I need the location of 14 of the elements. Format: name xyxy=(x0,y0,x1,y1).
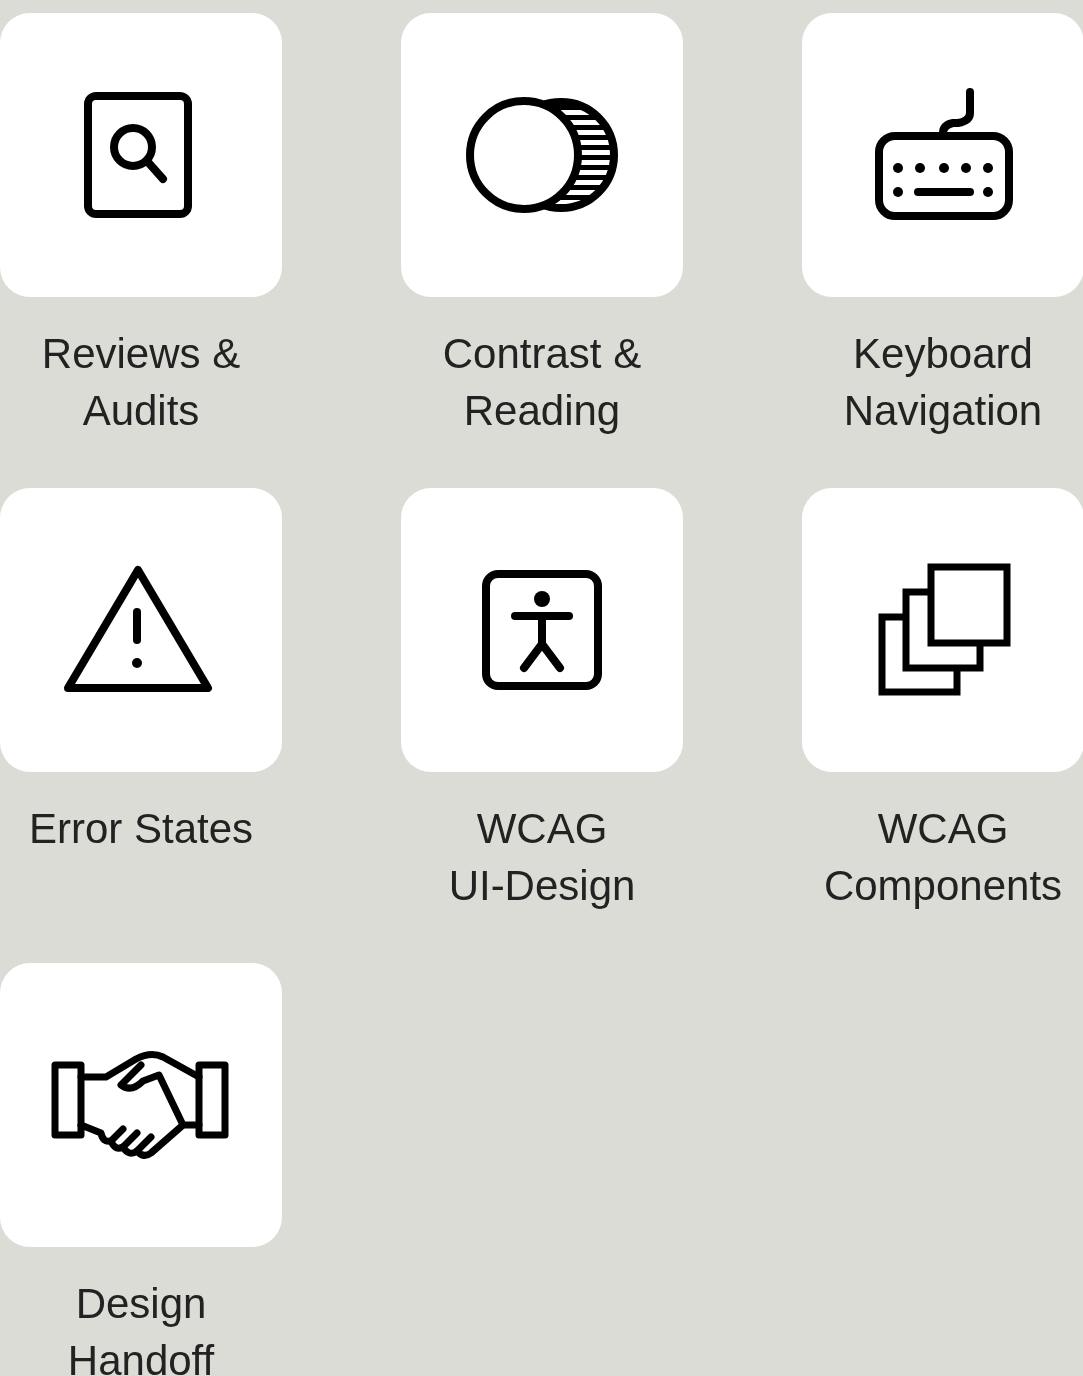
category-tile[interactable] xyxy=(0,13,282,297)
category-label: Error States xyxy=(28,804,254,854)
category-label: Design Handoff xyxy=(67,1279,215,1376)
category-tile[interactable] xyxy=(802,13,1083,297)
category-label: Contrast & Reading xyxy=(442,329,642,436)
category-tile[interactable] xyxy=(401,488,683,772)
category-label: WCAG UI-Design xyxy=(448,804,636,911)
category-label: Reviews & Audits xyxy=(41,329,241,436)
category-tile[interactable] xyxy=(0,963,282,1247)
category-tile[interactable] xyxy=(802,488,1083,772)
category-label: Keyboard Navigation xyxy=(843,329,1043,436)
category-tile[interactable] xyxy=(0,488,282,772)
category-tile[interactable] xyxy=(401,13,683,297)
category-label: WCAG Components xyxy=(823,804,1063,911)
